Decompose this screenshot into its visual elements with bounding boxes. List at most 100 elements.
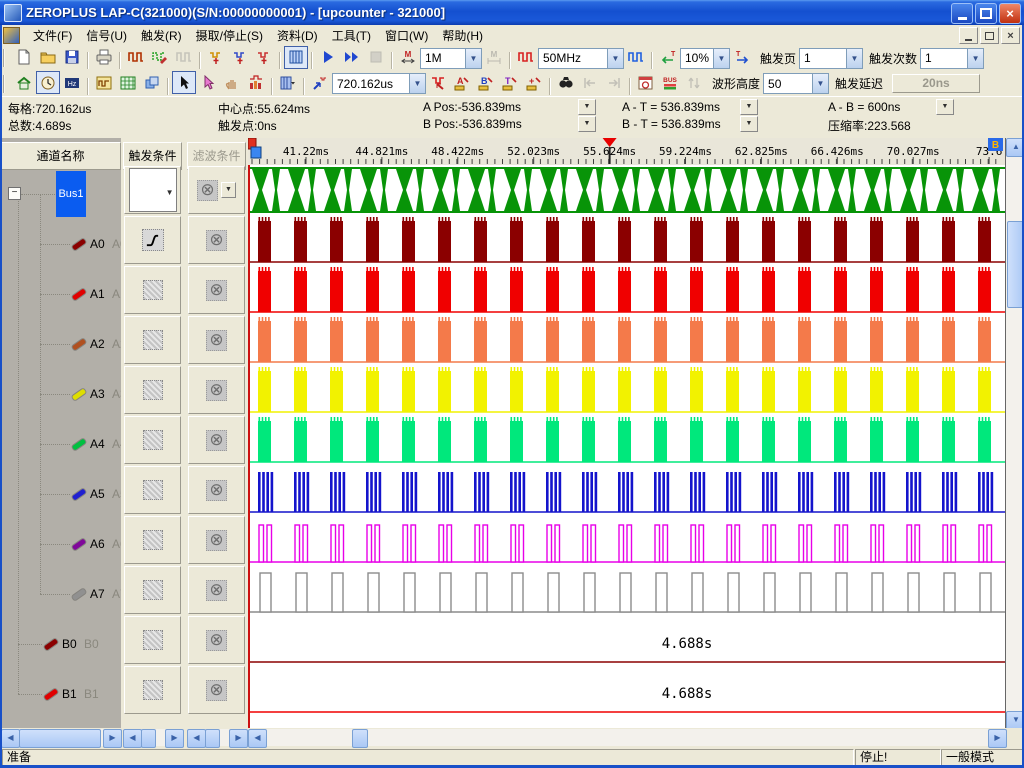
time-ruler[interactable]: 41.22ms44.821ms48.422ms52.023ms55.624ms5… (248, 138, 1005, 166)
scroll-left-icon[interactable]: ◀ (248, 729, 267, 748)
scroll-right-icon[interactable]: ▶ (165, 729, 184, 748)
filter-cell-b0[interactable]: ⊗ (187, 615, 246, 665)
chevron-down-icon[interactable]: ▼ (846, 49, 862, 68)
channel-row-a0[interactable]: A0A0 (0, 219, 121, 269)
dont-care-trigger-icon[interactable] (143, 380, 163, 400)
dont-care-trigger-icon[interactable] (143, 630, 163, 650)
child-minimize-button[interactable] (959, 27, 978, 44)
waveform-hscrollbar[interactable]: ◀ ▶ (248, 729, 1005, 746)
wave-mode-dropdown-button[interactable] (276, 71, 300, 94)
hscroll-thumb[interactable] (19, 729, 101, 748)
filter-cell-a1[interactable]: ⊗ (187, 265, 246, 315)
menu-data[interactable]: 资料(D) (270, 25, 325, 46)
filter-off-icon[interactable]: ⊗ (206, 630, 227, 651)
chevron-down-icon[interactable]: ▼ (221, 182, 236, 198)
home-button[interactable] (12, 71, 36, 94)
run-button[interactable] (316, 46, 340, 69)
trigger-cell-a5[interactable] (123, 465, 182, 515)
waveform-a5[interactable] (250, 465, 1005, 515)
range-trigger-button[interactable] (252, 46, 276, 69)
repeated-run-button[interactable] (340, 46, 364, 69)
dont-care-trigger-icon[interactable] (143, 680, 163, 700)
chevron-down-icon[interactable]: ▼ (812, 74, 828, 93)
sampling-setup-button[interactable] (148, 46, 172, 69)
filter-cell-a3[interactable]: ⊗ (187, 365, 246, 415)
channel-row-a1[interactable]: A1A1 (0, 269, 121, 319)
child-close-button[interactable]: × (1001, 27, 1020, 44)
channel-row-b0[interactable]: B0B0 (0, 619, 121, 669)
memory-depth-combo[interactable]: 1M ▼ (420, 48, 482, 69)
t-bar-button[interactable]: T (498, 71, 522, 94)
dont-care-trigger-icon[interactable] (143, 580, 163, 600)
bus-color-button[interactable]: BUS (658, 71, 682, 94)
trigger-cell-a4[interactable] (123, 415, 182, 465)
goto-trigger-button[interactable] (426, 71, 450, 94)
tree-collapse-icon[interactable]: − (8, 187, 21, 200)
menu-signal[interactable]: 信号(U) (79, 25, 134, 46)
trigger-cell-bus1[interactable]: ▼ (123, 165, 182, 215)
scroll-left-icon[interactable]: ◀ (187, 729, 206, 748)
a-bar-button[interactable]: A (450, 71, 474, 94)
filter-off-icon[interactable]: ⊗ (206, 530, 227, 551)
trigger-hscrollbar[interactable]: ◀ ▶ (123, 729, 182, 746)
find-button[interactable] (554, 71, 578, 94)
display-wave-button[interactable] (624, 46, 648, 69)
filter-cell-a5[interactable]: ⊗ (187, 465, 246, 515)
capture-setup-button[interactable] (124, 46, 148, 69)
dont-care-trigger-icon[interactable] (143, 280, 163, 300)
waveform-a4[interactable] (250, 415, 1005, 465)
trigger-cell-a6[interactable] (123, 515, 182, 565)
clock-mode-button[interactable] (36, 71, 60, 94)
chevron-down-icon[interactable]: ▼ (967, 49, 983, 68)
trigger-pos-left-button[interactable]: T (656, 46, 680, 69)
chevron-down-icon[interactable]: ▼ (607, 49, 623, 68)
dont-care-trigger-icon[interactable] (143, 330, 163, 350)
filter-cell-a2[interactable]: ⊗ (187, 315, 246, 365)
trigger-cell-a0[interactable] (123, 215, 182, 265)
filter-cell-a4[interactable]: ⊗ (187, 415, 246, 465)
sample-rate-combo[interactable]: 50MHz ▼ (538, 48, 624, 69)
menu-acquire-stop[interactable]: 摄取/停止(S) (189, 25, 270, 46)
toolbar-grip[interactable] (3, 75, 8, 93)
a-b-dropdown[interactable]: ▼ (936, 99, 954, 115)
a-t-dropdown[interactable]: ▼ (740, 99, 758, 115)
open-file-button[interactable] (36, 46, 60, 69)
select-tool-button[interactable] (172, 71, 196, 94)
channel-hscrollbar[interactable]: ◀ ▶ (1, 729, 120, 746)
chevron-down-icon[interactable]: ▼ (465, 49, 481, 68)
restore-button[interactable] (975, 3, 997, 24)
trigger-cell-a1[interactable] (123, 265, 182, 315)
vertical-scrollbar[interactable]: ▲ ▼ (1006, 138, 1024, 728)
sample-rate-button[interactable] (514, 46, 538, 69)
filter-hscrollbar[interactable]: ◀ ▶ (187, 729, 246, 746)
menu-file[interactable]: 文件(F) (26, 25, 79, 46)
waveform-a2[interactable] (250, 315, 1005, 365)
trigger-cell-b1[interactable] (123, 665, 182, 715)
bus-name-label[interactable]: Bus1 (56, 171, 86, 217)
filter-off-icon[interactable]: ⊗ (206, 230, 227, 251)
scroll-right-icon[interactable]: ▶ (229, 729, 248, 748)
chevron-down-icon[interactable]: ▼ (713, 49, 729, 68)
trigger-cell-a2[interactable] (123, 315, 182, 365)
trigger-page-combo[interactable]: 1 ▼ (799, 48, 863, 69)
time-div-combo[interactable]: 720.162us ▼ (332, 73, 426, 94)
channel-row-a5[interactable]: A5A5 (0, 469, 121, 519)
channel-row-a7[interactable]: A7A7 (0, 569, 121, 619)
trigger-position-combo[interactable]: 10% ▼ (680, 48, 730, 69)
pulse-width-window-button[interactable] (634, 71, 658, 94)
rising-edge-trigger-icon[interactable] (142, 229, 164, 251)
filter-cell-a7[interactable]: ⊗ (187, 565, 246, 615)
minimize-button[interactable] (951, 3, 973, 24)
filter-cell-bus1[interactable]: ⊗▼ (187, 165, 246, 215)
trigger-cell-b0[interactable] (123, 615, 182, 665)
waveform-bus1[interactable] (250, 165, 1005, 215)
navigator-button[interactable] (140, 71, 164, 94)
hscroll-thumb[interactable] (141, 729, 156, 748)
waveform-a1[interactable] (250, 265, 1005, 315)
scroll-left-icon[interactable]: ◀ (1, 729, 20, 748)
bus-property-button[interactable] (284, 46, 308, 69)
scroll-right-icon[interactable]: ▶ (103, 729, 122, 748)
vertical-scroll-thumb[interactable] (1007, 221, 1024, 308)
waveform-b0[interactable]: 4.688s (250, 615, 1005, 665)
close-button[interactable]: × (999, 3, 1021, 24)
